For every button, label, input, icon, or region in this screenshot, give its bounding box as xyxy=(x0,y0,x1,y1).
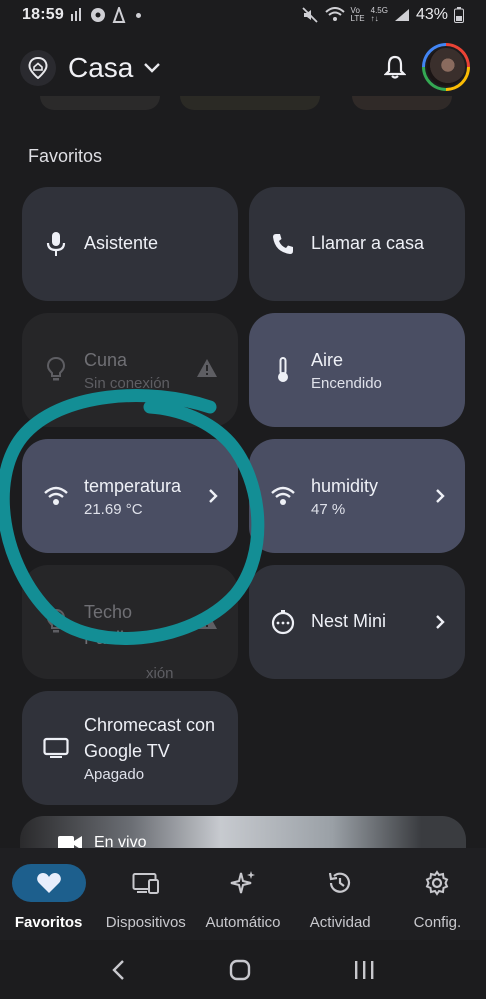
tile-status: xión xyxy=(146,664,174,682)
history-icon xyxy=(329,872,351,893)
more-notifications-dot xyxy=(135,12,141,18)
sensor-wifi-icon xyxy=(269,485,297,507)
warning-icon xyxy=(196,358,218,383)
chevron-right-icon xyxy=(209,489,218,503)
tile-status: 21.69 °C xyxy=(84,501,143,519)
signal-bars-icon xyxy=(70,8,81,21)
battery-icon xyxy=(454,7,464,23)
chevron-right-icon xyxy=(436,489,445,503)
tile-name: Cuna xyxy=(84,349,128,370)
tile-status: Encendido xyxy=(311,375,382,393)
nav-label: Favoritos xyxy=(14,914,83,931)
microphone-icon xyxy=(42,231,70,257)
phone-icon xyxy=(269,232,297,256)
soccer-icon xyxy=(90,8,105,22)
tv-icon xyxy=(42,737,70,759)
tile-name: Nest Mini xyxy=(311,611,387,632)
nav-config[interactable]: Config. xyxy=(389,848,486,940)
system-navigation-bar xyxy=(0,940,486,999)
tile-status: Sin conexión xyxy=(84,375,170,393)
tile-name: Llamar a casa xyxy=(311,233,425,254)
home-nav-icon[interactable] xyxy=(228,958,252,982)
gear-icon xyxy=(426,870,449,896)
tile-name: Techo Paulina xyxy=(84,601,145,648)
battery-percent: 43% xyxy=(415,6,448,23)
tile-chromecast[interactable]: Chromecast con Google TV Apagado xyxy=(22,691,238,805)
tile-name: Chromecast con Google TV xyxy=(84,714,216,761)
tile-aire[interactable]: Aire Encendido xyxy=(249,313,465,427)
tile-name: humidity xyxy=(311,475,379,496)
heart-icon xyxy=(36,873,61,893)
bell-icon[interactable] xyxy=(384,54,406,80)
nav-automatico[interactable]: Automático xyxy=(194,848,291,940)
tile-nest-mini[interactable]: Nest Mini xyxy=(249,565,465,679)
nav-favoritos[interactable]: Favoritos xyxy=(0,848,97,940)
peek-card xyxy=(40,96,160,110)
chevron-right-icon xyxy=(436,615,445,629)
home-location-icon[interactable] xyxy=(20,50,56,86)
tile-humidity[interactable]: humidity 47 % xyxy=(249,439,465,553)
sensor-wifi-icon xyxy=(42,485,70,507)
status-time: 18:59 xyxy=(22,6,64,23)
tile-llamar-a-casa[interactable]: Llamar a casa xyxy=(249,187,465,301)
tile-name: Aire xyxy=(311,349,344,370)
nav-label: Dispositivos xyxy=(105,914,186,931)
tile-name: temperatura xyxy=(84,475,182,496)
top-app-bar: Casa xyxy=(0,40,486,96)
favorites-section-title: Favoritos xyxy=(28,146,103,166)
nav-actividad[interactable]: Actividad xyxy=(292,848,389,940)
tile-temperatura[interactable]: temperatura 21.69 °C xyxy=(22,439,238,553)
avatar[interactable] xyxy=(422,43,470,91)
nav-dispositivos[interactable]: Dispositivos xyxy=(97,848,194,940)
bottom-navigation: Favoritos Dispositivos Automático Activi… xyxy=(0,848,486,940)
status-bar: 18:59 Vo LTE 4.5G ↑↓ 43% xyxy=(0,0,486,30)
nav-label: Automático xyxy=(205,914,281,931)
peek-card xyxy=(352,96,452,110)
app-notification-icon xyxy=(112,7,126,23)
tile-status: 47 % xyxy=(311,501,346,519)
nav-label: Config. xyxy=(413,914,462,931)
devices-icon xyxy=(132,873,159,894)
recents-icon[interactable] xyxy=(353,960,375,980)
tile-asistente[interactable]: Asistente xyxy=(22,187,238,301)
warning-icon xyxy=(196,610,218,635)
lightbulb-icon xyxy=(42,608,70,636)
chevron-down-icon[interactable] xyxy=(143,62,161,74)
wifi-icon xyxy=(324,7,345,21)
back-icon[interactable] xyxy=(111,959,127,981)
tile-name: Asistente xyxy=(84,233,159,254)
peek-card xyxy=(180,96,320,110)
volte-icon: Vo LTE xyxy=(350,6,365,23)
tile-techo-paulina[interactable]: Techo Paulina xión xyxy=(22,565,238,682)
speaker-icon xyxy=(269,609,297,635)
lightbulb-icon xyxy=(42,356,70,384)
tile-status: Apagado xyxy=(84,766,145,784)
thermometer-icon xyxy=(269,356,297,384)
sparkle-icon xyxy=(230,871,255,894)
network-4g-icon: 4.5G ↑↓ xyxy=(370,6,388,23)
home-title[interactable]: Casa xyxy=(68,52,133,84)
cell-signal-icon xyxy=(394,9,409,21)
tile-cuna[interactable]: Cuna Sin conexión xyxy=(22,313,238,427)
nav-label: Actividad xyxy=(309,914,371,931)
mute-icon xyxy=(301,7,318,23)
